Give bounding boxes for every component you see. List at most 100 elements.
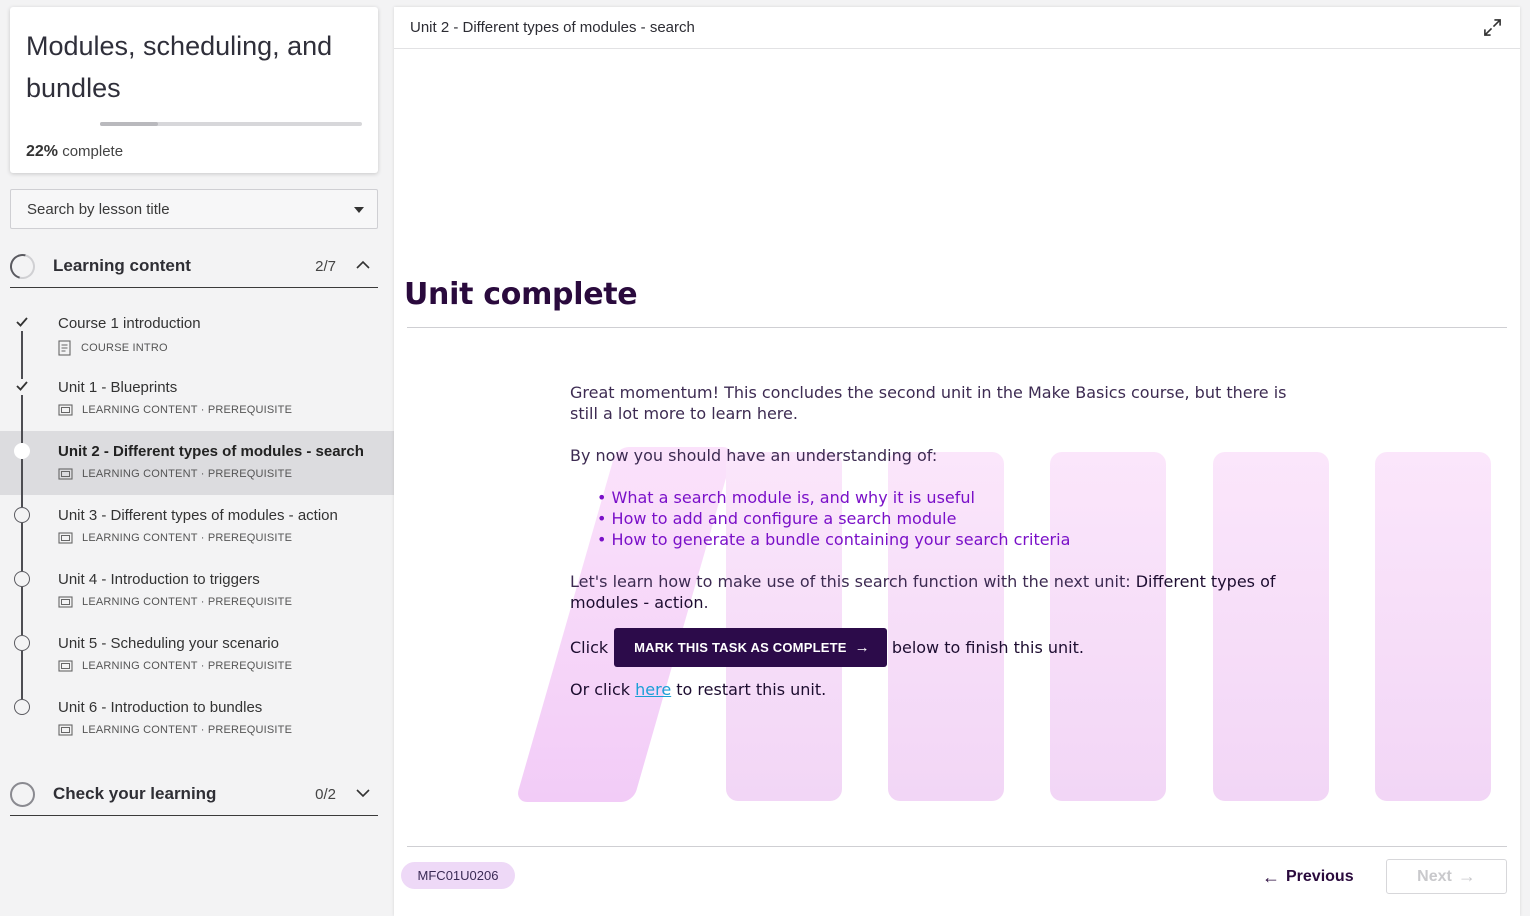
progress-percent: 22% [26,143,59,160]
current-lesson-dot-icon [14,443,30,459]
slides-icon [58,660,73,672]
timeline-connector [21,623,23,635]
mark-complete-row: Click MARK THIS TASK AS COMPLETE → below… [570,628,1300,667]
timeline-connector [21,495,23,507]
learning-outcome-item: How to generate a bundle containing your… [597,529,1300,550]
timeline-connector [21,687,23,699]
timeline-connector [21,651,23,687]
lesson-meta: LEARNING CONTENT · PREREQUISITE [58,724,292,736]
chevron-down-icon[interactable] [356,786,370,800]
section-learning-content[interactable]: Learning content 2/7 [5,244,378,288]
lesson-search-select[interactable]: Search by lesson title [10,189,378,229]
next-button[interactable]: Next → [1386,859,1507,894]
lesson-list: Course 1 introduction COURSE INTRO Unit … [0,303,394,751]
lesson-search-placeholder: Search by lesson title [27,201,170,218]
course-sidebar: Modules, scheduling, and bundles 22% com… [0,0,394,916]
lesson-title: Unit 4 - Introduction to triggers [58,571,260,588]
timeline-connector [21,395,23,431]
section-count: 0/2 [315,786,336,803]
timeline-connector [21,587,23,623]
learning-outcomes-list: What a search module is, and why it is u… [597,487,1300,550]
next-unit-paragraph: Let's learn how to make use of this sear… [570,572,1276,612]
lesson-meta-text: LEARNING CONTENT · PREREQUISITE [82,468,293,480]
slides-icon [58,724,73,736]
completed-check-icon [14,379,30,395]
lesson-meta-text: LEARNING CONTENT · PREREQUISITE [82,404,293,416]
progress-bar [100,122,362,126]
restart-suffix: to restart this unit. [676,680,827,699]
restart-prefix: Or click [570,680,631,699]
lesson-title: Unit 6 - Introduction to bundles [58,699,263,716]
arrow-left-icon: ← [1262,866,1280,887]
previous-button[interactable]: ← Previous [1262,865,1354,889]
section-title: Check your learning [53,784,217,803]
arrow-right-icon: → [854,639,870,656]
click-prefix: Click [570,638,609,657]
lesson-meta: COURSE INTRO [58,340,168,356]
completed-check-icon [14,315,30,331]
lesson-meta-text: LEARNING CONTENT · PREREQUISITE [82,596,293,608]
divider [407,327,1507,328]
section-title: Learning content [53,256,191,275]
lesson-item[interactable]: Unit 4 - Introduction to triggers LEARNI… [0,559,394,623]
lesson-item[interactable]: Unit 6 - Introduction to bundles LEARNIN… [0,687,394,751]
lesson-title: Unit 5 - Scheduling your scenario [58,635,279,652]
incomplete-circle-icon [14,635,30,651]
lesson-item[interactable]: Unit 1 - Blueprints LEARNING CONTENT · P… [0,367,394,431]
lesson-item-current[interactable]: Unit 2 - Different types of modules - se… [0,431,394,495]
next-unit-lead: Let's learn how to make use of this sear… [570,572,1131,591]
learning-outcome-item: How to add and configure a search module [597,508,1300,529]
lesson-title: Unit 1 - Blueprints [58,379,178,396]
previous-label: Previous [1286,868,1354,885]
intro-paragraph: Great momentum! This concludes the secon… [570,383,1287,423]
slides-icon [58,596,73,608]
learning-outcome-item: What a search module is, and why it is u… [597,487,1300,508]
progress-text: 22% complete [26,143,123,161]
timeline-connector [21,431,23,443]
slides-icon [58,404,73,416]
lesson-meta-text: COURSE INTRO [81,342,168,354]
restart-link[interactable]: here [635,680,671,699]
section-count: 2/7 [315,258,336,275]
expand-fullscreen-icon[interactable] [1483,18,1502,37]
lesson-item[interactable]: Unit 5 - Scheduling your scenario LEARNI… [0,623,394,687]
course-title: Modules, scheduling, and bundles [26,31,333,103]
lesson-title: Unit 2 - Different types of modules - se… [58,443,364,460]
unit-code-badge: MFC01U0206 [401,862,515,889]
lesson-meta: LEARNING CONTENT · PREREQUISITE [58,660,292,672]
document-icon [58,340,71,356]
lesson-meta-text: LEARNING CONTENT · PREREQUISITE [82,532,293,544]
understanding-lead: By now you should have an understanding … [570,446,938,465]
progress-suffix: complete [62,143,124,160]
lesson-topbar: Unit 2 - Different types of modules - se… [394,7,1520,49]
lesson-meta: LEARNING CONTENT · PREREQUISITE [58,468,292,480]
timeline-connector [21,523,23,559]
mark-task-complete-label: MARK THIS TASK AS COMPLETE [634,640,847,655]
lesson-meta: LEARNING CONTENT · PREREQUISITE [58,404,292,416]
slides-icon [58,532,73,544]
incomplete-circle-icon [14,571,30,587]
incomplete-circle-icon [14,699,30,715]
incomplete-circle-icon [14,507,30,523]
unit-complete-heading: Unit complete [404,277,638,312]
mark-task-complete-button[interactable]: MARK THIS TASK AS COMPLETE → [614,628,887,667]
course-card: Modules, scheduling, and bundles 22% com… [10,7,378,173]
caret-down-icon [354,207,364,213]
lesson-item[interactable]: Course 1 introduction COURSE INTRO [0,303,394,367]
chevron-up-icon[interactable] [356,258,370,272]
decorative-slab [1375,452,1491,801]
timeline-connector [21,367,23,379]
lesson-meta-text: LEARNING CONTENT · PREREQUISITE [82,724,293,736]
restart-row: Or click here to restart this unit. [570,679,1300,700]
lesson-item[interactable]: Unit 3 - Different types of modules - ac… [0,495,394,559]
lesson-viewer: Unit 2 - Different types of modules - se… [394,7,1520,916]
section-check-your-learning[interactable]: Check your learning 0/2 [10,772,378,816]
lesson-meta-text: LEARNING CONTENT · PREREQUISITE [82,660,293,672]
progress-ring-icon [10,782,35,807]
click-suffix: below to finish this unit. [891,638,1084,657]
progress-ring-icon [5,249,40,284]
timeline-connector [21,559,23,571]
unit-summary-content: Great momentum! This concludes the secon… [570,382,1300,700]
next-label: Next [1417,867,1452,885]
timeline-connector [21,331,23,367]
